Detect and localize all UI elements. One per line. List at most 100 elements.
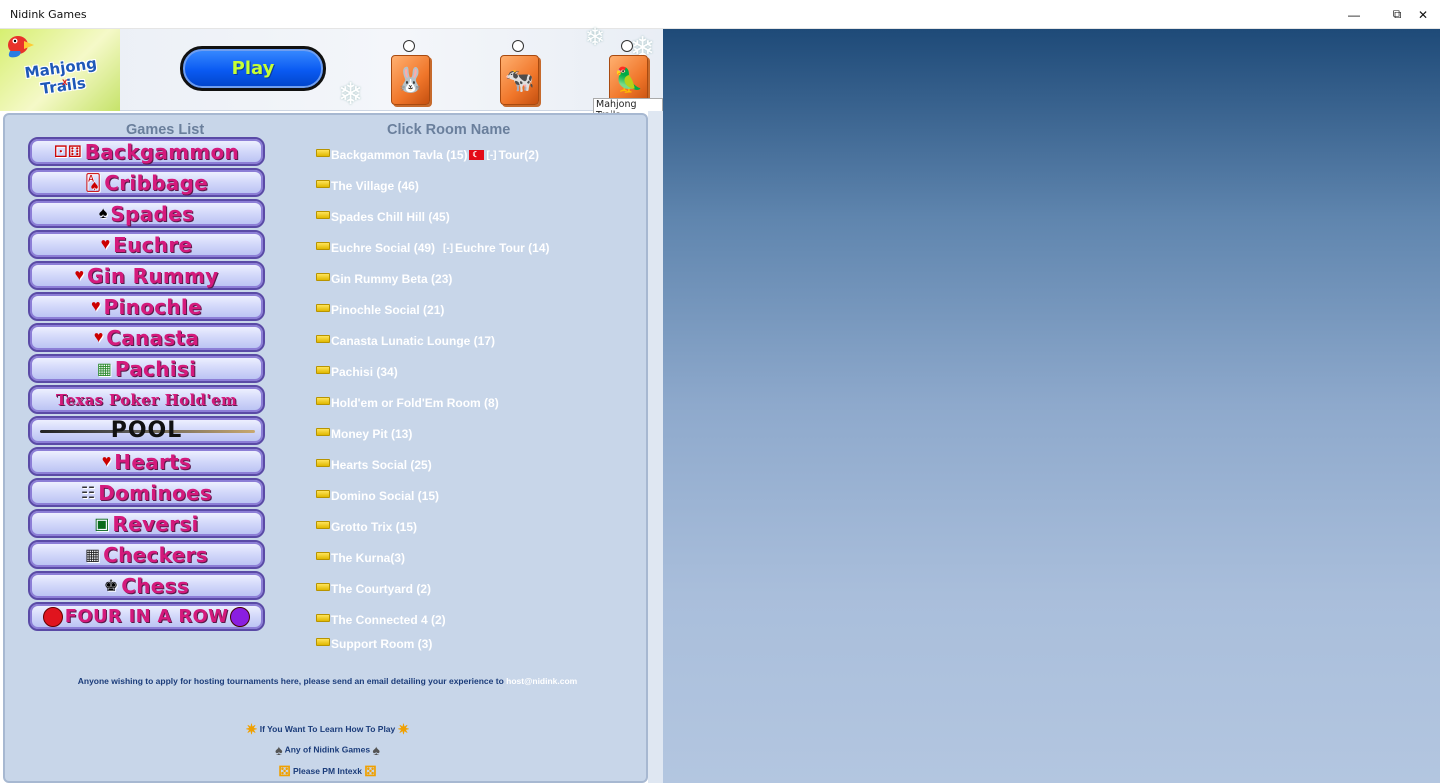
room-link-pachisi[interactable]: Pachisi (34) xyxy=(316,365,398,379)
game-label: Texas Poker Hold'em xyxy=(55,390,238,409)
learn-text: Any of Nidink Games xyxy=(284,744,371,755)
cards-icon: ♥ xyxy=(91,297,101,315)
room-link-grotto-trix[interactable]: Grotto Trix (15) xyxy=(316,520,417,534)
room-link-spades[interactable]: Spades Chill Hill (45) xyxy=(316,210,450,224)
room-link-money-pit[interactable]: Money Pit (13) xyxy=(316,427,412,441)
mahjong-trails-logo[interactable]: Mahjong Trails x xyxy=(0,29,120,111)
folder-icon xyxy=(316,304,330,312)
host-email-link[interactable]: host@nidink.com xyxy=(506,676,577,686)
game-label: Spades xyxy=(110,201,195,226)
game-button-pool[interactable]: POOL xyxy=(28,416,265,445)
snowflake-icon: ❄ xyxy=(585,24,606,51)
folder-icon xyxy=(316,459,330,467)
dice-icon: ⚄ xyxy=(364,763,377,779)
room-link-holdem[interactable]: Hold'em or Fold'Em Room (8) xyxy=(316,396,499,410)
game-button-canasta[interactable]: ♥ Canasta xyxy=(28,323,265,352)
checkerboard-icon: ▦ xyxy=(85,546,101,564)
close-button[interactable]: ✕ xyxy=(1418,0,1440,29)
parrot-icon: 🦜 xyxy=(613,66,644,94)
folder-icon xyxy=(316,149,330,157)
room-link-courtyard[interactable]: The Courtyard (2) xyxy=(316,582,431,596)
tile-select-radio-2[interactable] xyxy=(512,40,524,52)
header-banner: Mahjong Trails x Play ❄ ❄ ❄ 🐰 🐄 🦜 Mahjon… xyxy=(0,24,663,122)
game-button-four-in-a-row[interactable]: FOUR IN A ROW xyxy=(28,602,265,631)
room-link-domino[interactable]: Domino Social (15) xyxy=(316,489,439,503)
folder-icon xyxy=(316,180,330,188)
room-link-backgammon[interactable]: Backgammon Tavla (15) ☾ [-] Tour(2) xyxy=(316,148,539,162)
domino-icon: ☷ xyxy=(80,484,96,502)
game-button-checkers[interactable]: ▦ Checkers xyxy=(28,540,265,569)
room-link-village[interactable]: The Village (46) xyxy=(316,179,419,193)
room-link-canasta[interactable]: Canasta Lunatic Lounge (17) xyxy=(316,334,495,348)
cards-icon: ♠ xyxy=(275,742,283,758)
rabbit-icon: 🐰 xyxy=(395,66,426,94)
game-button-chess[interactable]: ♚ Chess xyxy=(28,571,265,600)
cards-icon: ♥ xyxy=(100,235,111,253)
game-label: FOUR IN A ROW xyxy=(64,606,229,627)
game-button-dominoes[interactable]: ☷ Dominoes xyxy=(28,478,265,507)
folder-icon xyxy=(316,242,330,250)
room-extra-link[interactable]: Tour(2) xyxy=(499,148,539,162)
tile-cow[interactable]: 🐄 xyxy=(500,55,539,105)
room-label: The Village (46) xyxy=(331,179,419,193)
game-label: POOL xyxy=(110,418,183,443)
folder-icon xyxy=(316,335,330,343)
folder-icon xyxy=(316,273,330,281)
turkey-flag-icon: ☾ xyxy=(468,150,484,160)
learn-line-1: ✷ If You Want To Learn How To Play ✷ xyxy=(5,721,650,738)
game-button-cribbage[interactable]: 🂡 Cribbage xyxy=(28,168,265,197)
game-label: Canasta xyxy=(106,325,200,350)
game-button-spades[interactable]: ♠ Spades xyxy=(28,199,265,228)
game-label: Chess xyxy=(121,573,190,598)
folder-icon xyxy=(316,638,330,646)
room-link-connected-4[interactable]: The Connected 4 (2) xyxy=(316,613,446,627)
purple-disc-icon xyxy=(230,606,251,627)
room-link-gin-rummy[interactable]: Gin Rummy Beta (23) xyxy=(316,272,452,286)
cards-icon: 🂡 xyxy=(84,174,102,192)
room-extra-link[interactable]: Euchre Tour (14) xyxy=(455,241,549,255)
folder-icon xyxy=(316,211,330,219)
game-label: Checkers xyxy=(103,542,208,567)
tile-rabbit[interactable]: 🐰 xyxy=(391,55,430,105)
room-label: The Kurna(3) xyxy=(331,551,406,565)
minimize-button[interactable]: — xyxy=(1331,0,1377,29)
play-button[interactable]: Play xyxy=(180,46,326,91)
game-button-backgammon[interactable]: ⚀⚅ Backgammon xyxy=(28,137,265,166)
game-button-gin-rummy[interactable]: ♥ Gin Rummy xyxy=(28,261,265,290)
reversi-icon: ▣ xyxy=(94,515,110,533)
game-button-pachisi[interactable]: ▦ Pachisi xyxy=(28,354,265,383)
lobby-panel: Games List Click Room Name ⚀⚅ Backgammon… xyxy=(3,113,648,783)
room-link-kurna[interactable]: The Kurna(3) xyxy=(316,551,405,565)
game-button-euchre[interactable]: ♥ Euchre xyxy=(28,230,265,259)
maximize-button[interactable]: ⧉ xyxy=(1374,0,1420,29)
room-label: Pachisi (34) xyxy=(331,365,398,379)
hosting-note: Anyone wishing to apply for hosting tour… xyxy=(5,676,650,686)
room-link-support[interactable]: Support Room (3) xyxy=(316,637,432,651)
room-link-pinochle[interactable]: Pinochle Social (21) xyxy=(316,303,444,317)
room-link-hearts[interactable]: Hearts Social (25) xyxy=(316,458,432,472)
game-button-pinochle[interactable]: ♥ Pinochle xyxy=(28,292,265,321)
background-area xyxy=(663,29,1440,783)
game-button-hearts[interactable]: ♥ Hearts xyxy=(28,447,265,476)
logo-mark: x xyxy=(62,77,68,88)
folder-icon xyxy=(316,583,330,591)
cards-icon: ♥ xyxy=(101,452,112,470)
learn-line-2: ♠ Any of Nidink Games ♠ xyxy=(5,742,650,758)
room-label: Canasta Lunatic Lounge (17) xyxy=(331,334,496,348)
game-button-texas-poker[interactable]: Texas Poker Hold'em xyxy=(28,385,265,414)
cow-icon: 🐄 xyxy=(504,66,535,94)
tile-select-radio-3[interactable] xyxy=(621,40,633,52)
room-separator: [-] xyxy=(443,242,454,254)
folder-icon xyxy=(316,614,330,622)
room-link-euchre[interactable]: Euchre Social (49) [-] Euchre Tour (14) xyxy=(316,241,550,255)
game-button-reversi[interactable]: ▣ Reversi xyxy=(28,509,265,538)
room-separator: [-] xyxy=(486,149,497,161)
game-label: Hearts xyxy=(114,449,192,474)
room-label: Gin Rummy Beta (23) xyxy=(331,272,453,286)
learn-text: Please PM Intexk xyxy=(293,765,362,776)
room-label: Spades Chill Hill (45) xyxy=(331,210,450,224)
cards-icon: ♠ xyxy=(372,742,380,758)
room-label: Support Room (3) xyxy=(331,637,433,651)
game-label: Reversi xyxy=(112,511,199,536)
tile-select-radio-1[interactable] xyxy=(403,40,415,52)
